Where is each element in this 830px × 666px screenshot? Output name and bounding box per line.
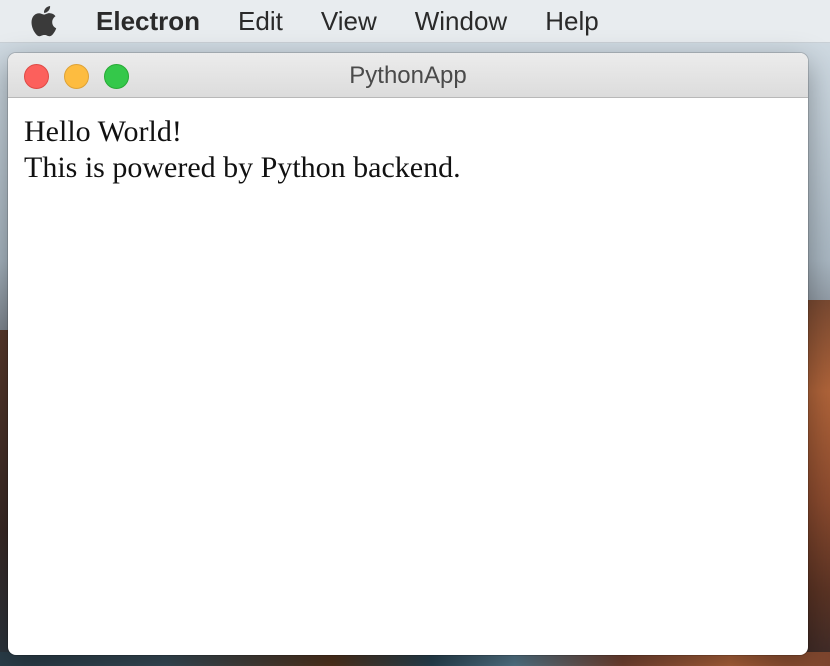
wallpaper-rock-right [806, 300, 830, 666]
menu-view[interactable]: View [321, 0, 377, 42]
greeting-text: Hello World! [24, 115, 182, 148]
apple-logo-icon-graphic [31, 6, 57, 37]
app-window: PythonApp Hello World! This is powered b… [8, 53, 808, 655]
backend-info-text: This is powered by Python backend. [24, 151, 461, 184]
menu-edit[interactable]: Edit [238, 0, 283, 42]
window-title: PythonApp [349, 62, 467, 89]
menu-bar: Electron Edit View Window Help [0, 0, 830, 43]
menu-help[interactable]: Help [545, 0, 598, 42]
menu-app-name[interactable]: Electron [96, 0, 200, 42]
window-titlebar[interactable]: PythonApp [8, 53, 808, 98]
apple-logo-icon[interactable] [28, 6, 58, 37]
window-content: Hello World! This is powered by Python b… [8, 98, 808, 202]
menu-window[interactable]: Window [415, 0, 507, 42]
